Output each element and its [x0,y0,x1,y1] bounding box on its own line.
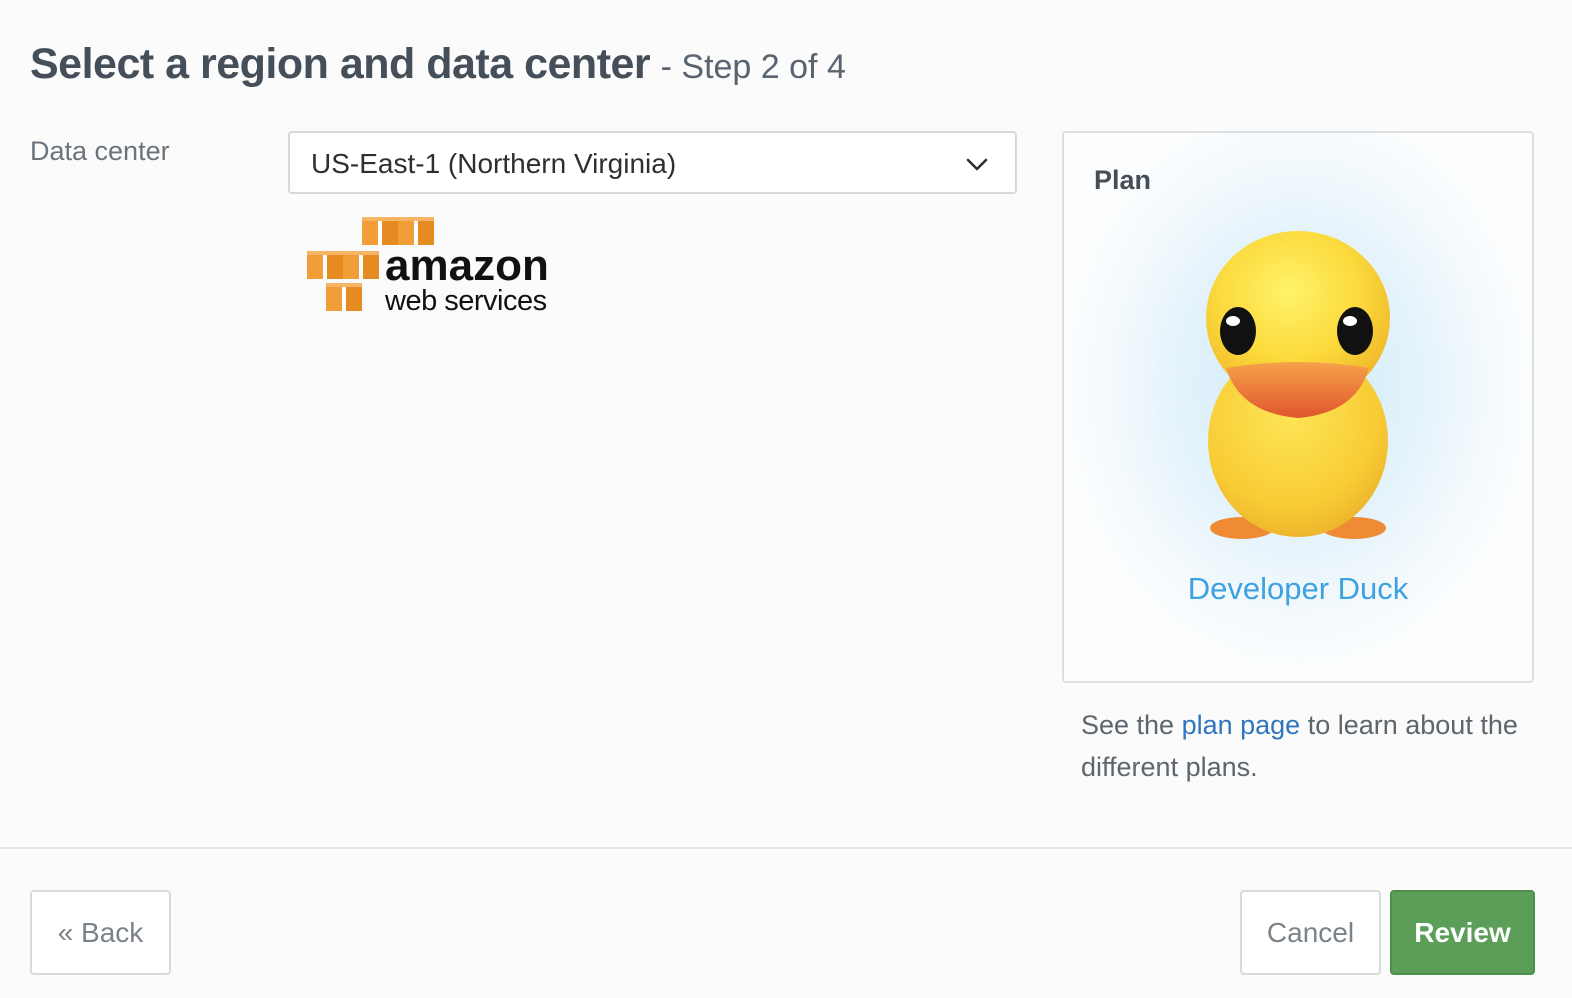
step-indicator: - Step 2 of 4 [660,48,846,86]
data-center-selected-value: US-East-1 (Northern Virginia) [311,148,677,179]
data-center-select[interactable]: US-East-1 (Northern Virginia) [288,131,1017,194]
page-title: Select a region and data center - Step 2… [30,40,846,89]
cancel-button[interactable]: Cancel [1240,890,1381,975]
review-button[interactable]: Review [1390,890,1535,975]
plan-page-link[interactable]: plan page [1182,710,1301,740]
plan-label: Plan [1094,165,1152,195]
footer-divider [0,847,1572,849]
aws-logo: amazon web services [307,217,549,317]
plan-note-prefix: See the [1081,710,1182,740]
aws-logo-line1: amazon [385,241,549,290]
developer-duck-image [1206,231,1390,539]
plan-note: See the plan page to learn about the dif… [1081,704,1521,788]
plan-card: Plan Developer Duck [1062,131,1534,683]
data-center-label: Data center [30,136,170,166]
back-button[interactable]: « Back [30,890,171,975]
page-title-main: Select a region and data center [30,40,651,88]
chevron-down-icon [966,158,988,171]
plan-name[interactable]: Developer Duck [1064,571,1532,607]
aws-logo-line2: web services [384,285,547,317]
